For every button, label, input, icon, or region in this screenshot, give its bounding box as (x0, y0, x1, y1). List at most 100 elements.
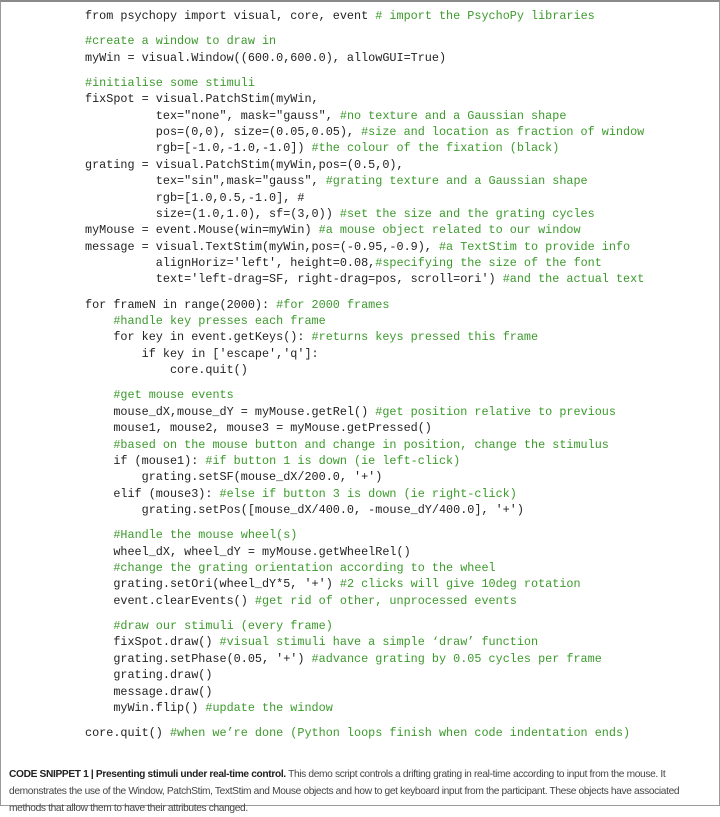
code-text: core.quit() (85, 726, 170, 741)
code-comment: #returns keys pressed this frame (311, 330, 539, 345)
code-line: #based on the mouse button and change in… (85, 437, 644, 453)
code-line: grating.setSF(mouse_dX/200.0, '+') (85, 469, 644, 485)
code-text: alignHoriz='left', height=0.08, (85, 256, 376, 271)
code-text: fixSpot.draw() (85, 635, 220, 650)
code-line: from psychopy import visual, core, event… (85, 8, 644, 24)
code-line: alignHoriz='left', height=0.08,#specifyi… (85, 255, 644, 271)
code-text: elif (mouse3): (85, 486, 220, 501)
code-comment: #get mouse events (113, 388, 234, 403)
code-text: event.clearEvents() (85, 593, 255, 608)
code-comment: #based on the mouse button and change in… (113, 437, 609, 452)
code-text: rgb=[-1.0,-1.0,-1.0]) (85, 141, 312, 156)
code-line: grating.setPos([mouse_dX/400.0, -mouse_d… (85, 502, 644, 518)
code-comment: #update the window (205, 701, 333, 716)
code-comment: #get position relative to previous (375, 404, 616, 419)
code-line: if (mouse1): #if button 1 is down (ie le… (85, 453, 644, 469)
code-comment: #Handle the mouse wheel(s) (113, 528, 298, 543)
code-text: pos=(0,0), size=(0.05,0.05), (85, 124, 362, 139)
code-text: wheel_dX, wheel_dY = myMouse.getWheelRel… (85, 544, 411, 559)
code-line: fixSpot.draw() #visual stimuli have a si… (85, 634, 644, 650)
code-text: message.draw() (85, 684, 213, 699)
code-line: tex="none", mask="gauss", #no texture an… (85, 108, 644, 124)
code-comment: #a TextStim to provide info (438, 239, 631, 254)
code-line: tex="sin",mask="gauss", #grating texture… (85, 173, 644, 189)
code-text: myWin = visual.Window((600.0,600.0), all… (85, 50, 447, 65)
code-line: size=(1.0,1.0), sf=(3,0)) #set the size … (85, 206, 644, 222)
code-comment: #draw our stimuli (every frame) (113, 619, 333, 634)
code-comment: #specifying the size of the font (375, 256, 602, 271)
code-line: myWin = visual.Window((600.0,600.0), all… (85, 50, 644, 66)
code-comment: #size and location as fraction of window (361, 124, 645, 139)
code-comment: #visual stimuli have a simple ‘draw’ fun… (219, 635, 539, 650)
code-comment: #if button 1 is down (ie left-click) (205, 453, 461, 468)
code-text: myMouse = event.Mouse(win=myWin) (85, 223, 319, 238)
code-comment: #handle key presses each frame (113, 314, 326, 329)
code-text: grating = visual.PatchStim(myWin,pos=(0.… (85, 157, 404, 172)
code-text: grating.setPos([mouse_dX/400.0, -mouse_d… (85, 503, 524, 518)
code-line: rgb=[1.0,0.5,-1.0], # (85, 190, 644, 206)
code-comment: #for 2000 frames (276, 297, 390, 312)
code-text: grating.setOri(wheel_dY*5, '+') (85, 577, 340, 592)
code-line: #initialise some stimuli (85, 75, 644, 91)
code-text: myWin.flip() (85, 701, 206, 716)
code-text: mouse1, mouse2, mouse3 = myMouse.getPres… (85, 421, 432, 436)
code-line: #get mouse events (85, 387, 644, 403)
code-text: text='left-drag=SF, right-drag=pos, scro… (85, 272, 503, 287)
code-line: #draw our stimuli (every frame) (85, 618, 644, 634)
code-snippet: from psychopy import visual, core, event… (85, 8, 644, 742)
code-line: grating = visual.PatchStim(myWin,pos=(0.… (85, 157, 644, 173)
code-line: event.clearEvents() #get rid of other, u… (85, 593, 644, 609)
code-comment: #advance grating by 0.05 cycles per fram… (311, 651, 602, 666)
code-line: message = visual.TextStim(myWin,pos=(-0.… (85, 239, 644, 255)
code-text: message = visual.TextStim(myWin,pos=(-0.… (85, 239, 439, 254)
code-line: rgb=[-1.0,-1.0,-1.0]) #the colour of the… (85, 140, 644, 156)
code-line: message.draw() (85, 684, 644, 700)
code-text: for key in event.getKeys(): (85, 330, 312, 345)
code-text: rgb=[1.0,0.5,-1.0], # (85, 190, 305, 205)
code-text: fixSpot = visual.PatchStim(myWin, (85, 92, 319, 107)
code-line: #change the grating orientation accordin… (85, 560, 644, 576)
code-line: myMouse = event.Mouse(win=myWin) #a mous… (85, 222, 644, 238)
figure-caption: CODE SNIPPET 1 | Presenting stimuli unde… (9, 766, 709, 817)
code-line: for key in event.getKeys(): #returns key… (85, 329, 644, 345)
code-line: for frameN in range(2000): #for 2000 fra… (85, 297, 644, 313)
code-line: elif (mouse3): #else if button 3 is down… (85, 486, 644, 502)
code-line: #create a window to draw in (85, 33, 644, 49)
code-comment: #a mouse object related to our window (318, 223, 581, 238)
code-text: tex="none", mask="gauss", (85, 108, 340, 123)
code-line: #handle key presses each frame (85, 313, 644, 329)
code-line: if key in ['escape','q']: (85, 346, 644, 362)
code-text: tex="sin",mask="gauss", (85, 174, 326, 189)
code-line: grating.setPhase(0.05, '+') #advance gra… (85, 651, 644, 667)
code-line: myWin.flip() #update the window (85, 700, 644, 716)
code-text: grating.setSF(mouse_dX/200.0, '+') (85, 470, 383, 485)
code-comment: #set the size and the grating cycles (339, 206, 595, 221)
code-comment: #change the grating orientation accordin… (113, 561, 496, 576)
code-line: pos=(0,0), size=(0.05,0.05), #size and l… (85, 124, 644, 140)
code-line: mouse_dX,mouse_dY = myMouse.getRel() #ge… (85, 404, 644, 420)
code-text: size=(1.0,1.0), sf=(3,0)) (85, 206, 340, 221)
code-comment: #get rid of other, unprocessed events (254, 593, 517, 608)
code-line: core.quit() (85, 362, 644, 378)
code-comment: #initialise some stimuli (85, 75, 255, 90)
code-text: if key in ['escape','q']: (85, 346, 319, 361)
code-comment: #no texture and a Gaussian shape (339, 108, 567, 123)
code-text: grating.draw() (85, 668, 213, 683)
code-comment: # import the PsychoPy libraries (375, 9, 595, 23)
code-line: wheel_dX, wheel_dY = myMouse.getWheelRel… (85, 544, 644, 560)
code-text: core.quit() (85, 363, 248, 378)
code-line: mouse1, mouse2, mouse3 = myMouse.getPres… (85, 420, 644, 436)
code-comment: #and the actual text (502, 272, 645, 287)
code-comment: #create a window to draw in (85, 34, 277, 49)
